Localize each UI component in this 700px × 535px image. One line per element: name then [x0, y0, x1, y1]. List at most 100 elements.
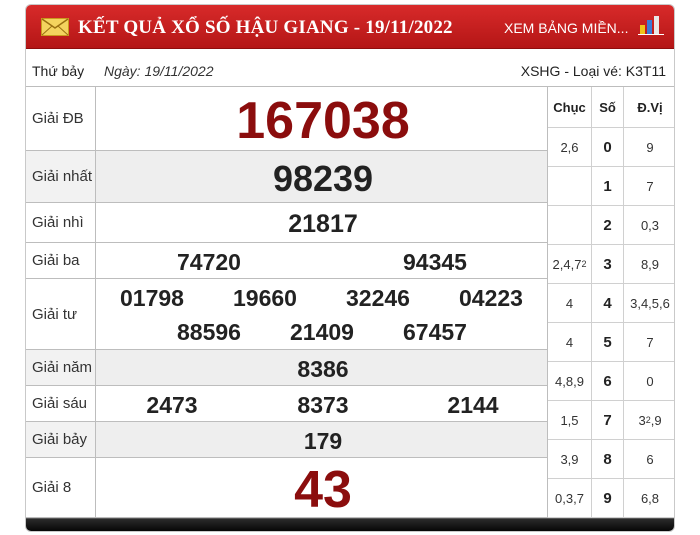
loto-row: 0,3,7 9 6,8 [548, 479, 674, 518]
loto-units-cell: 6,8 [624, 479, 674, 517]
mail-icon [41, 18, 69, 36]
loto-tens-cell: 4,8,9 [548, 362, 592, 400]
prize-label: Giải nhất [26, 151, 96, 202]
loto-row: 2 0,3 [548, 206, 674, 245]
prize-number: 8373 [297, 392, 349, 418]
loto-row: 1,5 7 3 2,9 [548, 401, 674, 440]
loto-units-cell: 7 [624, 323, 674, 361]
loto-row: 2,4,7 2 3 8,9 [548, 245, 674, 284]
page-title: KẾT QUẢ XỔ SỐ HẬU GIANG - 19/11/2022 [78, 17, 453, 38]
prize-number: 67457 [403, 319, 467, 345]
loto-tens-cell: 4 [548, 323, 592, 361]
loto-tens-superscript: 2 [581, 259, 587, 269]
prize-number: 43 [294, 461, 352, 519]
loto-units-value: 7 [646, 178, 654, 194]
prize-number: 8386 [297, 356, 349, 382]
view-region-link[interactable]: XEM BẢNG MIỀN... [504, 20, 628, 36]
footer-bar [26, 518, 674, 531]
loto-units-cell: 3 2,9 [624, 401, 674, 439]
prize-number: 94345 [403, 249, 467, 275]
prize-row: Giải năm 8386 [26, 350, 547, 386]
prize-table: Giải ĐB 167038 Giải nhất 98239 Giải nhì 21817… [26, 87, 548, 519]
loto-units-cell: 3,4,5,6 [624, 284, 674, 322]
prize-numbers: 43 [96, 458, 547, 519]
prize-row: Giải bảy 179 [26, 422, 547, 458]
loto-units-cell: 0,3 [624, 206, 674, 244]
loto-units-value: 8,9 [640, 256, 660, 272]
loto-header-cell: Số [592, 87, 624, 127]
ticket-code: XSHG - Loại vé: K3T11 [520, 63, 666, 79]
prize-label: Giải bảy [26, 422, 96, 457]
loto-tens-cell: 4 [548, 284, 592, 322]
prize-number: 74720 [177, 249, 241, 275]
prize-number: 21817 [288, 210, 358, 238]
prize-numbers: 2473 8373 2144 [96, 386, 547, 421]
loto-digit-cell: 3 [592, 245, 624, 283]
loto-tens-cell: 3,9 [548, 440, 592, 478]
loto-units-cell: 0 [624, 362, 674, 400]
prize-number: 2144 [447, 392, 499, 418]
loto-digit-cell: 7 [592, 401, 624, 439]
loto-units-value: 6,8 [640, 490, 660, 506]
prize-numbers: 74720 94345 [96, 243, 547, 278]
prize-row: Giải nhất 98239 [26, 151, 547, 203]
prize-row: Giải ĐB 167038 [26, 87, 547, 151]
loto-table: Chục Số Đ.Vị 2,6 0 9 1 7 2 0,3 2,4,7 2 3 8,9 4 4 3,4,5,6… [548, 87, 674, 518]
loto-digit-cell: 1 [592, 167, 624, 205]
loto-tens-value: 4 [565, 334, 574, 350]
draw-info-bar: Thứ bảy Ngày: 19/11/2022 XSHG - Loại vé:… [26, 55, 674, 87]
loto-units-value: 3 [638, 412, 646, 428]
loto-tens-value: 4,8,9 [555, 373, 584, 389]
results-panel: KẾT QUẢ XỔ SỐ HẬU GIANG - 19/11/2022 XEM… [25, 4, 675, 532]
loto-units-value: 7 [646, 334, 654, 350]
loto-units-rest: ,9 [650, 412, 662, 428]
prize-number: 19660 [233, 285, 297, 311]
prize-number: 88596 [177, 319, 241, 345]
prize-numbers: 8386 [96, 350, 547, 385]
prize-number: 2473 [146, 392, 198, 418]
header-bar: KẾT QUẢ XỔ SỐ HẬU GIANG - 19/11/2022 XEM… [26, 5, 674, 49]
prize-label: Giải ĐB [26, 87, 96, 150]
prize-row: Giải tư 01798 19660 32246 04223 88596 21409 674… [26, 279, 547, 350]
loto-row: 3,9 8 6 [548, 440, 674, 479]
loto-row: 2,6 0 9 [548, 128, 674, 167]
prize-row: Giải ba 74720 94345 [26, 243, 547, 279]
loto-row: 4 5 7 [548, 323, 674, 362]
prize-numbers: 21817 [96, 203, 547, 242]
prize-number: 04223 [459, 285, 523, 311]
loto-units-value: 3,4,5,6 [630, 295, 670, 311]
prize-numbers: 98239 [96, 151, 547, 202]
loto-tens-value: 2,4,7 [552, 256, 582, 272]
loto-units-value: 9 [646, 139, 654, 155]
prize-label: Giải nhì [26, 203, 96, 242]
loto-units-value: 6 [646, 451, 654, 467]
prize-number: 167038 [236, 92, 410, 150]
prize-number: 179 [303, 428, 343, 454]
loto-digit-cell: 2 [592, 206, 624, 244]
prize-numbers: 01798 19660 32246 04223 88596 21409 67457 [96, 279, 547, 349]
prize-number: 32246 [346, 285, 410, 311]
loto-row: 17 [548, 167, 674, 206]
loto-header-row: Chục Số Đ.Vị [548, 87, 674, 128]
loto-tens-cell: 0,3,7 [548, 479, 592, 517]
loto-tens-cell: 2,6 [548, 128, 592, 166]
prize-label: Giải 8 [26, 458, 96, 517]
prize-number: 98239 [272, 158, 374, 199]
loto-digit-cell: 0 [592, 128, 624, 166]
loto-tens-value: 4 [565, 295, 574, 311]
loto-digit-cell: 5 [592, 323, 624, 361]
prize-label: Giải sáu [26, 386, 96, 421]
loto-tens-value: 2,6 [560, 139, 579, 155]
loto-tens-cell [548, 206, 592, 244]
loto-tens-cell: 1,5 [548, 401, 592, 439]
loto-digit-cell: 8 [592, 440, 624, 478]
loto-units-cell: 8,9 [624, 245, 674, 283]
loto-header-cell: Đ.Vị [637, 99, 663, 115]
loto-units-value: 0 [646, 373, 654, 389]
loto-tens-value: 3,9 [560, 451, 579, 467]
prize-row: Giải nhì 21817 [26, 203, 547, 243]
loto-units-cell: 7 [624, 167, 674, 205]
bar-chart-icon[interactable] [638, 13, 664, 35]
loto-digit-cell: 6 [592, 362, 624, 400]
loto-digit-cell: 4 [592, 284, 624, 322]
